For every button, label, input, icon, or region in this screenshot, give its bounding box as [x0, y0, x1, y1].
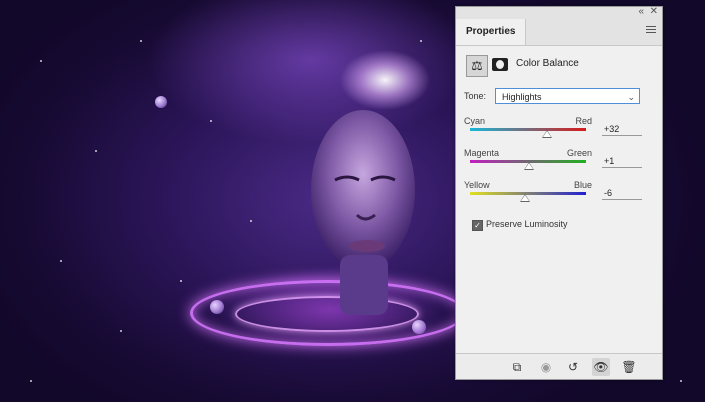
portrait-figure	[311, 110, 415, 315]
reset-icon[interactable]: ↺	[564, 358, 582, 376]
panel-tabbar: Properties	[456, 19, 662, 46]
close-icon[interactable]: ✕	[650, 5, 658, 19]
star	[180, 280, 182, 282]
panel-menu-icon[interactable]	[646, 26, 656, 35]
cyan-red-track[interactable]	[470, 128, 586, 131]
cyan-red-slider-group: Cyan Red +32	[464, 116, 654, 150]
tone-row: Tone: Highlights ⌄	[464, 88, 654, 106]
star	[40, 60, 42, 62]
star	[140, 40, 142, 42]
star	[120, 330, 122, 332]
cyan-red-thumb[interactable]	[541, 130, 552, 138]
preserve-luminosity-checkbox[interactable]: ✓	[472, 220, 483, 231]
panel-titlebar[interactable]: « ✕	[456, 5, 662, 19]
star	[420, 40, 422, 42]
properties-panel: « ✕ Properties ⚖ Color Balance Tone: Hig…	[455, 6, 663, 380]
magenta-green-slider-group: Magenta Green +1	[464, 148, 654, 182]
yellow-blue-slider-group: Yellow Blue -6	[464, 180, 654, 214]
cyan-red-value[interactable]: +32	[602, 122, 642, 136]
star	[60, 260, 62, 262]
slider-left-label: Yellow	[464, 180, 490, 190]
slider-right-label: Blue	[573, 180, 592, 190]
slider-right-label: Red	[575, 116, 592, 126]
star	[680, 380, 682, 382]
color-balance-icon[interactable]: ⚖	[466, 55, 488, 77]
tone-select[interactable]: Highlights ⌄	[495, 88, 640, 104]
trash-icon[interactable]: 🗑	[620, 358, 638, 376]
visibility-icon[interactable]: 👁	[592, 358, 610, 376]
clip-to-layer-icon[interactable]: ⧉	[508, 358, 526, 376]
magenta-green-value[interactable]: +1	[602, 154, 642, 168]
preserve-luminosity-row[interactable]: ✓ Preserve Luminosity	[472, 219, 652, 233]
tab-properties[interactable]: Properties	[456, 19, 527, 45]
chevron-down-icon: ⌄	[627, 92, 635, 102]
slider-left-label: Magenta	[464, 148, 500, 158]
tone-selected-value: Highlights	[502, 92, 542, 102]
star	[30, 380, 32, 382]
view-previous-icon[interactable]: ◉	[537, 358, 555, 376]
tone-label: Tone:	[464, 91, 487, 101]
star	[210, 120, 212, 122]
magenta-green-thumb[interactable]	[523, 162, 534, 170]
panel-footer: ⧉ ◉ ↺ 👁 🗑	[456, 353, 662, 379]
layer-mask-icon[interactable]	[492, 58, 508, 71]
planet	[155, 96, 167, 108]
slider-right-label: Green	[567, 148, 593, 158]
collapse-icon[interactable]: «	[638, 5, 644, 19]
yellow-blue-value[interactable]: -6	[602, 186, 642, 200]
star	[250, 220, 252, 222]
adjustment-header: ⚖ Color Balance	[464, 55, 654, 77]
preserve-luminosity-label: Preserve Luminosity	[486, 219, 568, 229]
yellow-blue-thumb[interactable]	[519, 194, 530, 202]
star	[95, 150, 97, 152]
adjustment-title: Color Balance	[516, 58, 579, 69]
slider-left-label: Cyan	[464, 116, 486, 126]
